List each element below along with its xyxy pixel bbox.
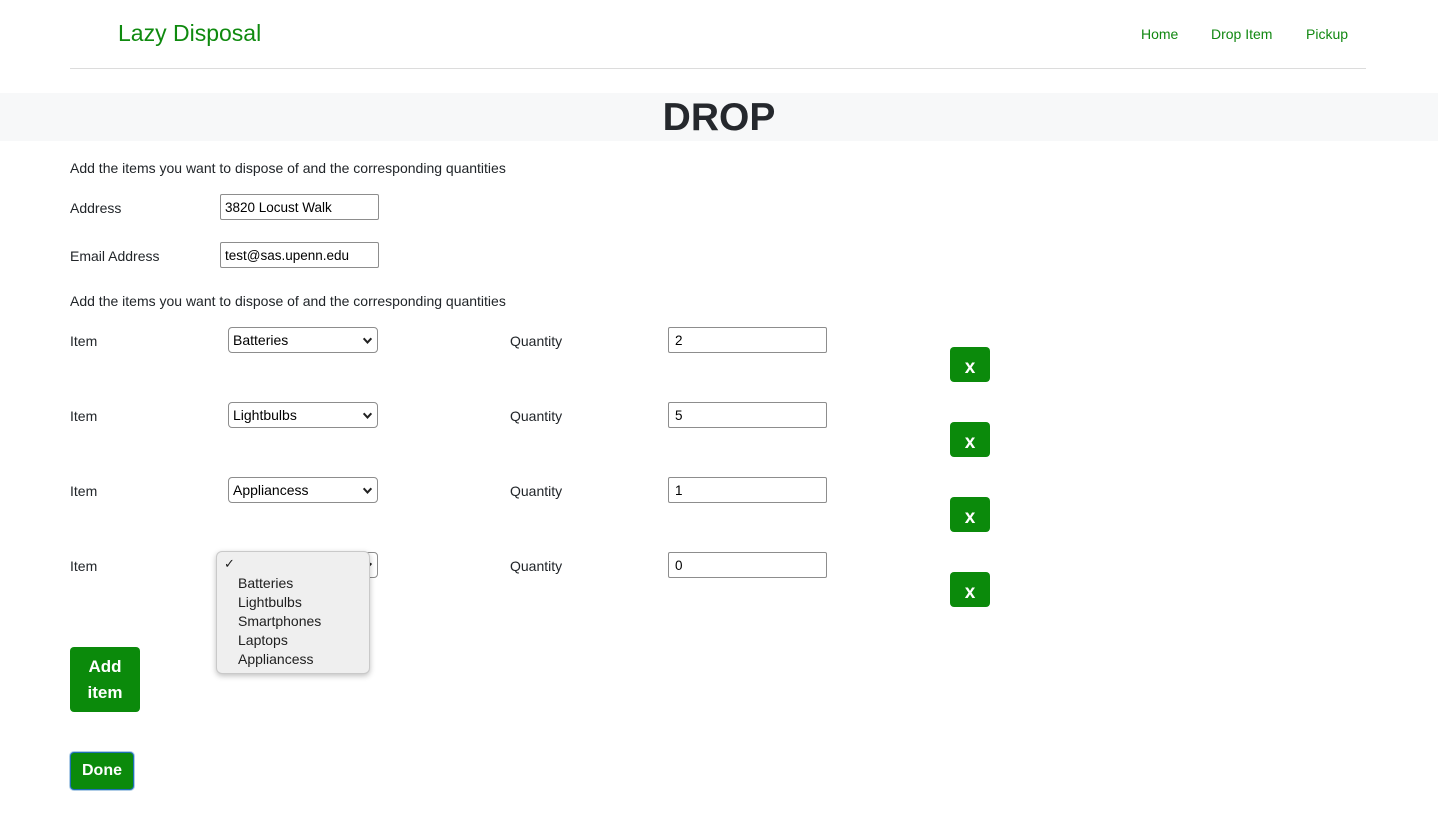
dropdown-option-appliancess[interactable]: Appliancess bbox=[238, 650, 314, 669]
done-button[interactable]: Done bbox=[70, 752, 134, 790]
remove-item-button[interactable]: x bbox=[950, 347, 990, 382]
item-label: Item bbox=[70, 408, 98, 424]
item-select[interactable]: Batteries bbox=[228, 327, 378, 353]
navbar-divider bbox=[70, 68, 1366, 69]
checkmark-icon: ✓ bbox=[224, 556, 235, 571]
chevron-down-icon bbox=[362, 487, 373, 494]
item-select[interactable]: Lightbulbs bbox=[228, 402, 378, 428]
drop-page: Lazy Disposal Home Drop Item Pickup DROP… bbox=[0, 0, 1438, 819]
intro-text: Add the items you want to dispose of and… bbox=[70, 160, 506, 176]
remove-item-label: x bbox=[964, 357, 976, 378]
items-intro-text: Add the items you want to dispose of and… bbox=[70, 293, 506, 309]
address-label: Address bbox=[70, 200, 122, 216]
remove-item-label: x bbox=[964, 432, 976, 453]
quantity-input[interactable] bbox=[668, 477, 827, 503]
item-label: Item bbox=[70, 333, 98, 349]
item-dropdown-list: ✓ Batteries Lightbulbs Smartphones Lapto… bbox=[216, 551, 370, 674]
email-label: Email Address bbox=[70, 248, 160, 264]
item-select-value: Lightbulbs bbox=[233, 407, 297, 423]
remove-item-label: x bbox=[964, 582, 976, 603]
quantity-label: Quantity bbox=[510, 333, 563, 349]
email-input[interactable] bbox=[220, 242, 379, 268]
item-label: Item bbox=[70, 558, 98, 574]
brand-logo-link[interactable]: Lazy Disposal bbox=[118, 20, 261, 47]
page-title: DROP bbox=[662, 96, 776, 139]
item-label: Item bbox=[70, 483, 98, 499]
chevron-down-icon bbox=[362, 412, 373, 419]
quantity-label: Quantity bbox=[510, 483, 563, 499]
remove-item-button[interactable]: x bbox=[950, 422, 990, 457]
nav-link-home[interactable]: Home bbox=[1141, 26, 1178, 42]
quantity-label: Quantity bbox=[510, 558, 563, 574]
dropdown-option-lightbulbs[interactable]: Lightbulbs bbox=[238, 593, 302, 612]
item-select-value: Batteries bbox=[233, 332, 289, 348]
item-select[interactable]: Appliancess bbox=[228, 477, 378, 503]
remove-item-label: x bbox=[964, 507, 976, 528]
dropdown-option-batteries[interactable]: Batteries bbox=[238, 574, 293, 593]
remove-item-button[interactable]: x bbox=[950, 497, 990, 532]
address-input[interactable] bbox=[220, 194, 379, 220]
quantity-input[interactable] bbox=[668, 327, 827, 353]
chevron-down-icon bbox=[362, 337, 373, 344]
quantity-label: Quantity bbox=[510, 408, 563, 424]
remove-item-button[interactable]: x bbox=[950, 572, 990, 607]
add-item-button[interactable]: Add item bbox=[70, 647, 140, 712]
nav-link-pickup[interactable]: Pickup bbox=[1306, 26, 1348, 42]
nav-link-drop-item[interactable]: Drop Item bbox=[1211, 26, 1272, 42]
dropdown-option-laptops[interactable]: Laptops bbox=[238, 631, 288, 650]
dropdown-option-smartphones[interactable]: Smartphones bbox=[238, 612, 321, 631]
quantity-input[interactable] bbox=[668, 402, 827, 428]
item-select-value: Appliancess bbox=[233, 482, 309, 498]
quantity-input[interactable] bbox=[668, 552, 827, 578]
